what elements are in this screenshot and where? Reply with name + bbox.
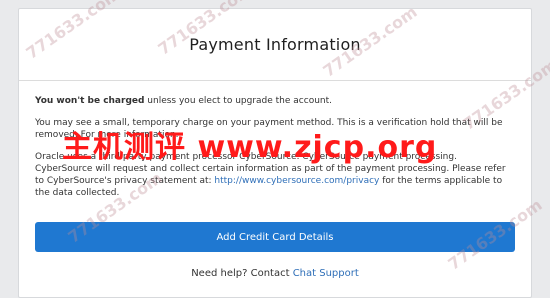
add-credit-card-button[interactable]: Add Credit Card Details (35, 222, 515, 252)
chat-support-link[interactable]: Chat Support (293, 268, 359, 279)
charge-notice-rest: unless you elect to upgrade the account. (144, 96, 332, 106)
verification-text: You may see a small, temporary charge on… (35, 118, 503, 140)
payment-dialog: Payment Information You won't be charged… (18, 8, 532, 298)
help-text: Need help? Contact (191, 268, 293, 279)
charge-notice: You won't be charged unless you elect to… (35, 95, 515, 107)
dialog-header: Payment Information (19, 9, 531, 81)
dialog-title: Payment Information (189, 35, 361, 54)
processor-text: Oracle uses a third party payment proces… (35, 151, 515, 199)
dialog-body: You won't be charged unless you elect to… (19, 81, 531, 199)
charge-notice-bold: You won't be charged (35, 96, 145, 106)
cybersource-privacy-link[interactable]: http://www.cybersource.com/privacy (214, 176, 379, 186)
help-line: Need help? Contact Chat Support (19, 268, 531, 279)
